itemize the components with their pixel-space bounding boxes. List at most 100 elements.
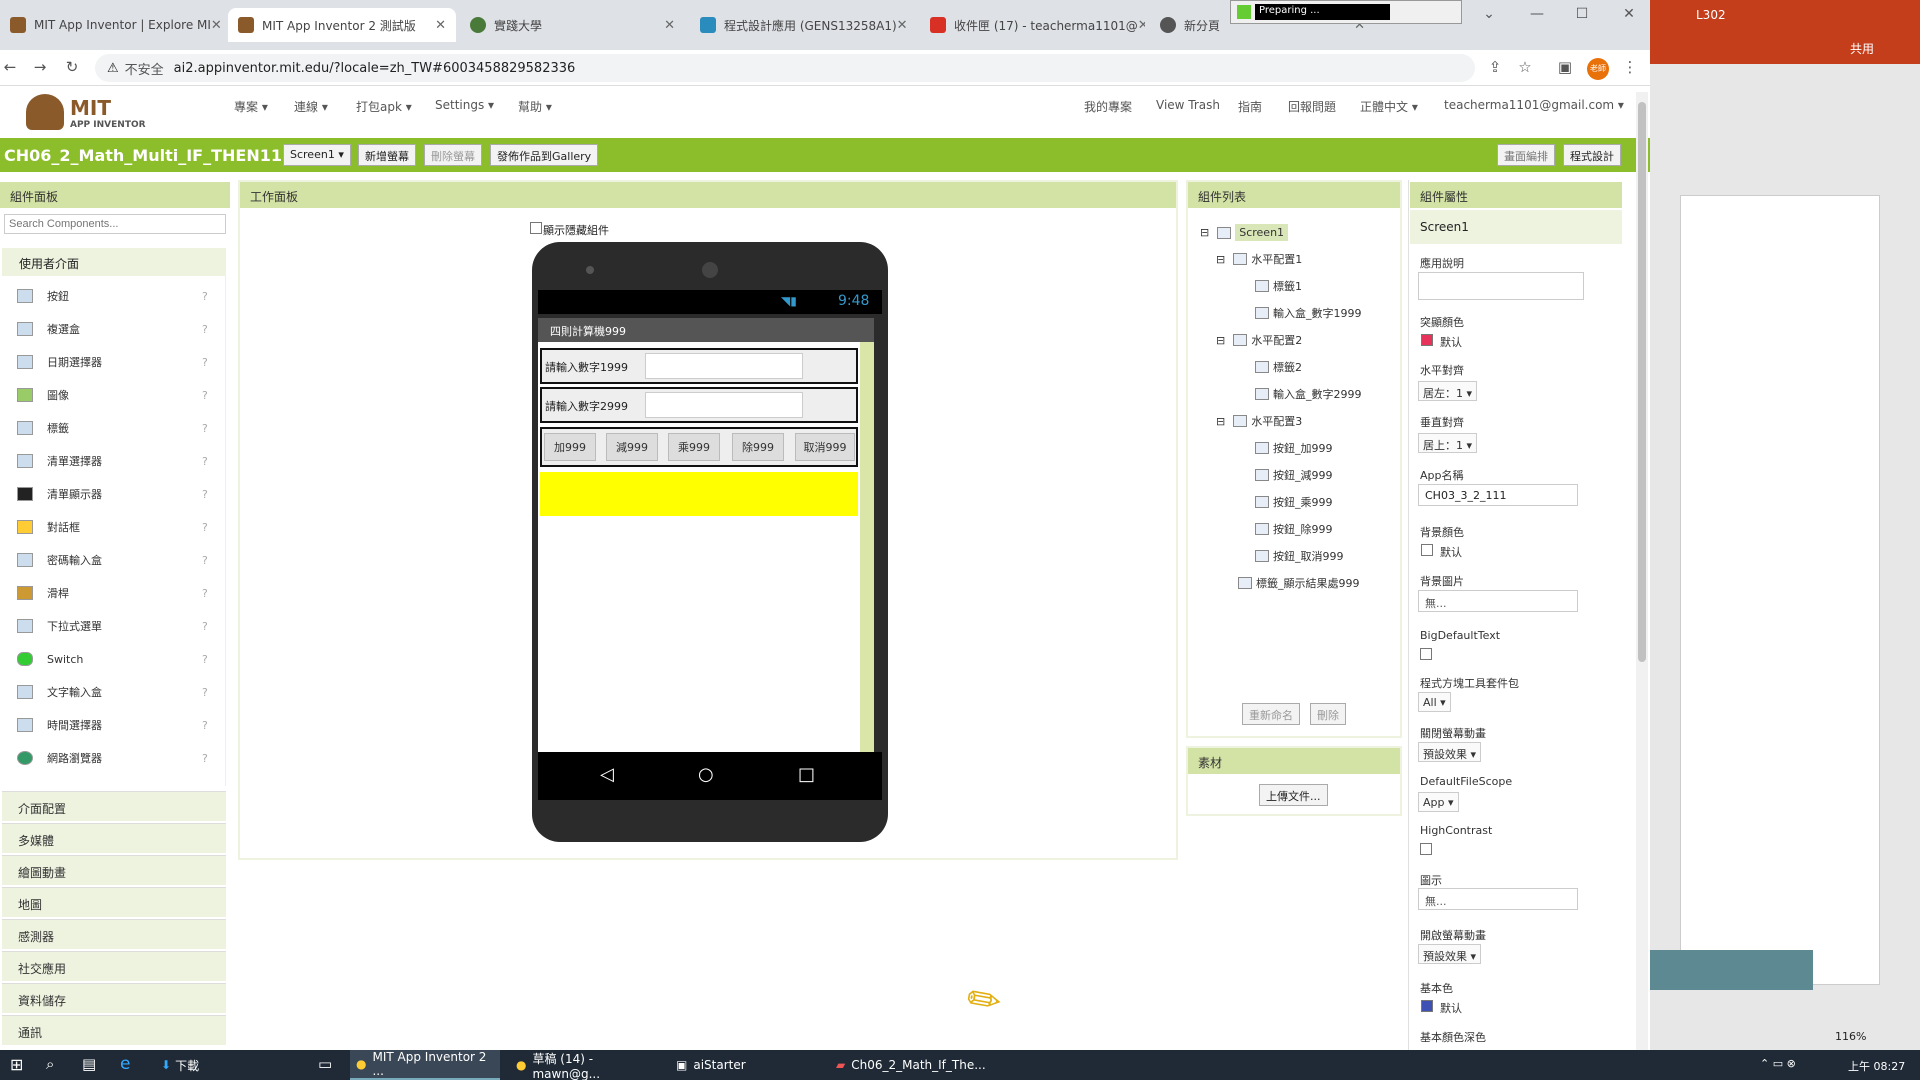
prop-bgcolor-value[interactable]: 默认 <box>1440 544 1462 560</box>
prop-primary-value[interactable]: 默认 <box>1440 1000 1462 1016</box>
prop-openanim-select[interactable]: 預設效果 ▾ <box>1418 944 1482 964</box>
menu-language[interactable]: 正體中文 ▾ <box>1360 98 1418 115</box>
upload-file-button[interactable]: 上傳文件... <box>1259 784 1328 806</box>
url-bar[interactable]: ⚠ 不安全 ai2.appinventor.mit.edu/?locale=zh… <box>95 54 1475 82</box>
category-connectivity[interactable]: 通訊 <box>2 1015 226 1045</box>
collapse-icon[interactable]: ⊟ <box>1216 253 1225 266</box>
maximize-icon[interactable]: ☐ <box>1565 6 1599 26</box>
tree-input1[interactable]: 輸入盒_數字1999 <box>1255 305 1362 321</box>
prop-filescope-select[interactable]: App ▾ <box>1418 792 1459 812</box>
palette-item-notifier[interactable]: 對話框? <box>17 516 208 538</box>
category-drawing[interactable]: 繪圖動畫 <box>2 855 226 885</box>
prop-about-textarea[interactable] <box>1418 272 1584 300</box>
close-icon[interactable]: ✕ <box>211 18 222 33</box>
tree-button-sub[interactable]: 按鈕_減999 <box>1255 467 1333 483</box>
clock[interactable]: 上午 08:27 <box>1848 1058 1905 1074</box>
horizontal-arrangement-1[interactable]: 請輸入數字1999 <box>540 348 858 384</box>
tree-button-cancel[interactable]: 按鈕_取消999 <box>1255 548 1344 564</box>
palette-item-password[interactable]: 密碼輸入盒? <box>17 549 208 571</box>
accent-color-swatch[interactable] <box>1421 334 1433 346</box>
palette-item-button[interactable]: 按鈕? <box>17 285 208 307</box>
close-window-icon[interactable]: ✕ <box>1612 6 1646 26</box>
blocks-button[interactable]: 程式設計 <box>1563 144 1621 166</box>
prop-appname-input[interactable]: CH03_3_2_111 <box>1418 484 1578 506</box>
help-icon[interactable]: ? <box>202 488 208 501</box>
category-layout[interactable]: 介面配置 <box>2 791 226 821</box>
search-icon[interactable]: ⌕ <box>46 1055 54 1073</box>
palette-item-image[interactable]: 圖像? <box>17 384 208 406</box>
help-icon[interactable]: ? <box>202 356 208 369</box>
profile-avatar[interactable]: 老師 <box>1587 58 1609 80</box>
star-icon[interactable]: ☆ <box>1515 58 1535 78</box>
windows-start-icon[interactable]: ⊞ <box>10 1055 23 1074</box>
prop-bgimage-input[interactable]: 無... <box>1418 590 1578 612</box>
help-icon[interactable]: ? <box>202 686 208 699</box>
prop-blocks-select[interactable]: All ▾ <box>1418 692 1451 712</box>
palette-item-spinner[interactable]: 下拉式選單? <box>17 615 208 637</box>
show-hidden-checkbox[interactable] <box>530 222 542 234</box>
input-number-2[interactable] <box>645 392 803 418</box>
tree-screen1[interactable]: ⊟ Screen1 <box>1200 224 1289 241</box>
close-icon[interactable]: ✕ <box>1138 18 1145 33</box>
tray-icons[interactable]: ⌃ ▭ ⊗ <box>1760 1057 1796 1070</box>
delete-button[interactable]: 刪除 <box>1310 703 1346 725</box>
task-view-icon[interactable]: ▤ <box>82 1055 96 1073</box>
scrollbar-thumb[interactable] <box>1638 102 1646 662</box>
primary-color-swatch[interactable] <box>1421 1000 1433 1012</box>
palette-item-webviewer[interactable]: 網路瀏覽器? <box>17 747 208 769</box>
menu-project[interactable]: 專案 ▾ <box>234 98 268 115</box>
palette-item-textbox[interactable]: 文字輸入盒? <box>17 681 208 703</box>
browser-tab[interactable]: 實踐大學 ✕ <box>460 8 685 42</box>
browser-tab[interactable]: MIT App Inventor | Explore MI ✕ <box>0 8 225 42</box>
palette-item-slider[interactable]: 滑桿? <box>17 582 208 604</box>
screen-select[interactable]: Screen1 ▾ <box>283 144 351 166</box>
palette-section-ui[interactable]: 使用者介面 <box>2 248 226 276</box>
help-icon[interactable]: ? <box>202 389 208 402</box>
tree-button-mul[interactable]: 按鈕_乘999 <box>1255 494 1333 510</box>
collapse-icon[interactable]: ⊟ <box>1200 226 1209 239</box>
delete-screen-button[interactable]: 刪除螢幕 <box>424 144 482 166</box>
help-icon[interactable]: ? <box>202 719 208 732</box>
palette-item-listpicker[interactable]: 清單選擇器? <box>17 450 208 472</box>
close-icon[interactable]: ✕ <box>435 18 446 33</box>
bg-color-swatch[interactable] <box>1421 544 1433 556</box>
menu-view-trash[interactable]: View Trash <box>1156 98 1220 112</box>
collapse-icon[interactable]: ⊟ <box>1216 334 1225 347</box>
menu-account[interactable]: teacherma1101@gmail.com ▾ <box>1444 98 1624 112</box>
chevron-down-icon[interactable]: ⌄ <box>1472 6 1506 26</box>
menu-report[interactable]: 回報問題 <box>1288 98 1336 115</box>
palette-item-timepicker[interactable]: 時間選擇器? <box>17 714 208 736</box>
help-icon[interactable]: ? <box>202 422 208 435</box>
tree-hlayout1[interactable]: ⊟ 水平配置1 <box>1216 251 1302 267</box>
prop-closeanim-select[interactable]: 預設效果 ▾ <box>1418 742 1482 762</box>
designer-button[interactable]: 畫面編排 <box>1497 144 1555 166</box>
add-button[interactable]: 加999 <box>544 433 596 461</box>
taskbar-aistarter[interactable]: ▣ aiStarter <box>670 1050 820 1080</box>
cancel-button[interactable]: 取消999 <box>795 433 855 461</box>
collapse-icon[interactable]: ⊟ <box>1216 415 1225 428</box>
reload-icon[interactable]: ↻ <box>62 58 82 78</box>
category-media[interactable]: 多媒體 <box>2 823 226 853</box>
prop-bigtext-checkbox[interactable] <box>1420 648 1432 660</box>
taskbar-chrome-appinventor[interactable]: ● MIT App Inventor 2 ... <box>350 1050 500 1080</box>
rename-button[interactable]: 重新命名 <box>1242 703 1300 725</box>
forward-icon[interactable]: → <box>30 58 50 78</box>
tree-button-div[interactable]: 按鈕_除999 <box>1255 521 1333 537</box>
menu-connect[interactable]: 連線 ▾ <box>294 98 328 115</box>
help-icon[interactable]: ? <box>202 521 208 534</box>
help-icon[interactable]: ? <box>202 752 208 765</box>
edge-icon[interactable]: e <box>120 1054 130 1074</box>
help-icon[interactable]: ? <box>202 620 208 633</box>
taskbar-downloads[interactable]: ⬇ 下載 <box>155 1050 199 1080</box>
browser-tab[interactable]: 收件匣 (17) - teacherma1101@ ✕ <box>920 8 1145 42</box>
prop-halign-select[interactable]: 居左：1 ▾ <box>1418 381 1478 401</box>
palette-item-checkbox[interactable]: 複選盒? <box>17 318 208 340</box>
help-icon[interactable]: ? <box>202 653 208 666</box>
multiply-button[interactable]: 乘999 <box>668 433 720 461</box>
palette-item-listview[interactable]: 清單顯示器? <box>17 483 208 505</box>
browser-tab[interactable]: 程式設計應用 (GENS13258A1) ✕ <box>690 8 915 42</box>
palette-item-label[interactable]: 標籤? <box>17 417 208 439</box>
menu-settings[interactable]: Settings ▾ <box>435 98 494 112</box>
help-icon[interactable]: ? <box>202 554 208 567</box>
add-screen-button[interactable]: 新增螢幕 <box>358 144 416 166</box>
